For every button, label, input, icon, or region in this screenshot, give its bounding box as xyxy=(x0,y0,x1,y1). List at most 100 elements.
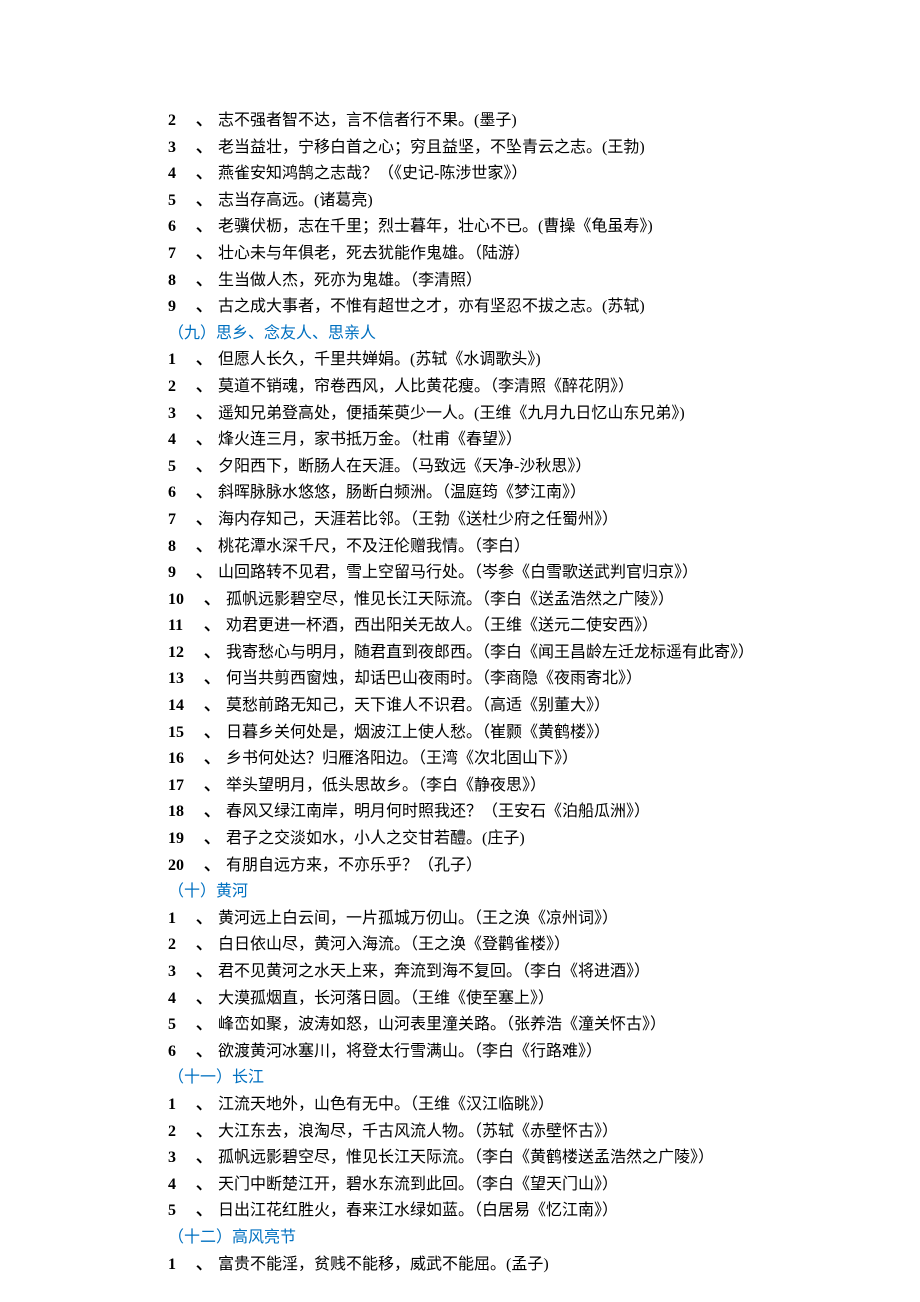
item-text: 斜晖脉脉水悠悠，肠断白频洲。（温庭筠《梦江南》） xyxy=(218,484,586,501)
item-number: 5 xyxy=(168,1198,196,1224)
list-item: 13、何当共剪西窗烛，却话巴山夜雨时。（李商隐《夜雨寄北》） xyxy=(164,666,804,692)
list-item: 17、举头望明月，低头思故乡。（李白《静夜思》） xyxy=(164,773,804,799)
item-text: 大江东去，浪淘尽，千古风流人物。（苏轼《赤壁怀古》） xyxy=(218,1123,618,1140)
item-punct: 、 xyxy=(196,139,212,156)
item-punct: 、 xyxy=(196,245,212,262)
item-number: 11 xyxy=(168,613,204,639)
item-number: 4 xyxy=(168,986,196,1012)
item-text: 劝君更进一杯酒，西出阳关无故人。（王维《送元二使安西》） xyxy=(226,617,658,634)
item-punct: 、 xyxy=(196,405,212,422)
item-punct: 、 xyxy=(196,351,212,368)
item-text: 君子之交淡如水，小人之交甘若醴。(庄子) xyxy=(226,830,525,847)
item-number: 3 xyxy=(168,401,196,427)
item-text: 山回路转不见君，雪上空留马行处。（岑参《白雪歌送武判官归京》） xyxy=(218,564,698,581)
item-number: 2 xyxy=(168,374,196,400)
item-text: 燕雀安知鸿鹄之志哉？（《史记-陈涉世家》） xyxy=(218,165,527,182)
item-text: 富贵不能淫，贫贱不能移，威武不能屈。(孟子) xyxy=(218,1256,549,1273)
item-text: 举头望明月，低头思故乡。（李白《静夜思》） xyxy=(226,777,546,794)
list-item: 1、江流天地外，山色有无中。（王维《汉江临眺》） xyxy=(164,1092,804,1118)
item-number: 1 xyxy=(168,1092,196,1118)
item-text: 有朋自远方来，不亦乐乎？（孔子） xyxy=(226,857,482,874)
item-number: 1 xyxy=(168,347,196,373)
item-punct: 、 xyxy=(196,511,212,528)
item-text: 日出江花红胜火，春来江水绿如蓝。（白居易《忆江南》） xyxy=(218,1202,618,1219)
item-punct: 、 xyxy=(196,378,212,395)
list-item: 5、志当存高远。(诸葛亮) xyxy=(164,188,804,214)
list-item: 1、富贵不能淫，贫贱不能移，威武不能屈。(孟子) xyxy=(164,1252,804,1278)
item-text: 白日依山尽，黄河入海流。（王之涣《登鹳雀楼》） xyxy=(218,936,570,953)
section-heading: （九）思乡、念友人、思亲人 xyxy=(164,321,804,347)
item-text: 生当做人杰，死亦为鬼雄。（李清照） xyxy=(218,272,482,289)
item-number: 17 xyxy=(168,773,204,799)
item-text: 老骥伏枥，志在千里；烈士暮年，壮心不已。(曹操《龟虽寿》) xyxy=(218,218,653,235)
item-number: 5 xyxy=(168,188,196,214)
list-item: 9、古之成大事者，不惟有超世之才，亦有坚忍不拔之志。(苏轼) xyxy=(164,294,804,320)
item-text: 我寄愁心与明月，随君直到夜郎西。（李白《闻王昌龄左迁龙标遥有此寄》） xyxy=(226,644,754,661)
item-text: 莫愁前路无知己，天下谁人不识君。（高适《别董大》） xyxy=(226,697,610,714)
item-punct: 、 xyxy=(196,218,212,235)
item-text: 志当存高远。(诸葛亮) xyxy=(218,192,373,209)
item-number: 3 xyxy=(168,135,196,161)
list-item: 2、大江东去，浪淘尽，千古风流人物。（苏轼《赤壁怀古》） xyxy=(164,1119,804,1145)
list-item: 6、欲渡黄河冰塞川，将登太行雪满山。（李白《行路难》） xyxy=(164,1039,804,1065)
list-item: 2、莫道不销魂，帘卷西风，人比黄花瘦。（李清照《醉花阴》） xyxy=(164,374,804,400)
item-text: 君不见黄河之水天上来，奔流到海不复回。（李白《将进酒》） xyxy=(218,963,650,980)
list-item: 20、有朋自远方来，不亦乐乎？（孔子） xyxy=(164,853,804,879)
item-punct: 、 xyxy=(196,564,212,581)
list-item: 11、劝君更进一杯酒，西出阳关无故人。（王维《送元二使安西》） xyxy=(164,613,804,639)
list-item: 6、老骥伏枥，志在千里；烈士暮年，壮心不已。(曹操《龟虽寿》) xyxy=(164,214,804,240)
item-text: 壮心未与年俱老，死去犹能作鬼雄。（陆游） xyxy=(218,245,530,262)
item-punct: 、 xyxy=(196,1043,212,1060)
item-number: 1 xyxy=(168,906,196,932)
item-punct: 、 xyxy=(196,910,212,927)
item-text: 大漠孤烟直，长河落日圆。（王维《使至塞上》） xyxy=(218,990,554,1007)
item-number: 5 xyxy=(168,454,196,480)
item-number: 2 xyxy=(168,932,196,958)
list-item: 4、天门中断楚江开，碧水东流到此回。（李白《望天门山》） xyxy=(164,1172,804,1198)
list-item: 14、莫愁前路无知己，天下谁人不识君。（高适《别董大》） xyxy=(164,693,804,719)
item-text: 日暮乡关何处是，烟波江上使人愁。（崔颢《黄鹤楼》） xyxy=(226,724,610,741)
item-punct: 、 xyxy=(196,990,212,1007)
list-item: 12、我寄愁心与明月，随君直到夜郎西。（李白《闻王昌龄左迁龙标遥有此寄》） xyxy=(164,640,804,666)
item-number: 12 xyxy=(168,640,204,666)
section-heading: （十一）长江 xyxy=(164,1065,804,1091)
item-punct: 、 xyxy=(204,803,220,820)
item-punct: 、 xyxy=(204,697,220,714)
item-punct: 、 xyxy=(196,1256,212,1273)
item-text: 古之成大事者，不惟有超世之才，亦有坚忍不拔之志。(苏轼) xyxy=(218,298,645,315)
item-punct: 、 xyxy=(196,1176,212,1193)
item-text: 桃花潭水深千尺，不及汪伦赠我情。（李白） xyxy=(218,538,530,555)
item-punct: 、 xyxy=(196,458,212,475)
item-punct: 、 xyxy=(196,936,212,953)
item-punct: 、 xyxy=(204,644,220,661)
list-item: 15、日暮乡关何处是，烟波江上使人愁。（崔颢《黄鹤楼》） xyxy=(164,720,804,746)
item-number: 8 xyxy=(168,534,196,560)
item-number: 6 xyxy=(168,214,196,240)
item-number: 4 xyxy=(168,161,196,187)
list-item: 1、但愿人长久，千里共婵娟。(苏轼《水调歌头》) xyxy=(164,347,804,373)
list-item: 2、志不强者智不达，言不信者行不果。(墨子) xyxy=(164,108,804,134)
item-number: 20 xyxy=(168,853,204,879)
item-text: 黄河远上白云间，一片孤城万仞山。（王之涣《凉州词》） xyxy=(218,910,618,927)
item-text: 乡书何处达？归雁洛阳边。（王湾《次北固山下》） xyxy=(226,750,578,767)
item-number: 9 xyxy=(168,560,196,586)
item-number: 5 xyxy=(168,1012,196,1038)
section-heading: （十）黄河 xyxy=(164,879,804,905)
list-item: 16、乡书何处达？归雁洛阳边。（王湾《次北固山下》） xyxy=(164,746,804,772)
list-item: 10、孤帆远影碧空尽，惟见长江天际流。（李白《送孟浩然之广陵》） xyxy=(164,587,804,613)
list-item: 8、桃花潭水深千尺，不及汪伦赠我情。（李白） xyxy=(164,534,804,560)
item-punct: 、 xyxy=(204,617,220,634)
item-text: 春风又绿江南岸，明月何时照我还？（王安石《泊船瓜洲》） xyxy=(226,803,650,820)
item-text: 欲渡黄河冰塞川，将登太行雪满山。（李白《行路难》） xyxy=(218,1043,602,1060)
list-item: 3、孤帆远影碧空尽，惟见长江天际流。（李白《黄鹤楼送孟浩然之广陵》） xyxy=(164,1145,804,1171)
item-punct: 、 xyxy=(196,272,212,289)
item-number: 2 xyxy=(168,1119,196,1145)
item-punct: 、 xyxy=(204,830,220,847)
item-punct: 、 xyxy=(196,1016,212,1033)
item-number: 4 xyxy=(168,1172,196,1198)
document-content: 2、志不强者智不达，言不信者行不果。(墨子)3、老当益壮，宁移白首之心；穷且益坚… xyxy=(164,108,804,1277)
item-text: 峰峦如聚，波涛如怒，山河表里潼关路。（张养浩《潼关怀古》） xyxy=(218,1016,666,1033)
item-punct: 、 xyxy=(204,724,220,741)
item-number: 7 xyxy=(168,507,196,533)
item-text: 何当共剪西窗烛，却话巴山夜雨时。（李商隐《夜雨寄北》） xyxy=(226,670,642,687)
